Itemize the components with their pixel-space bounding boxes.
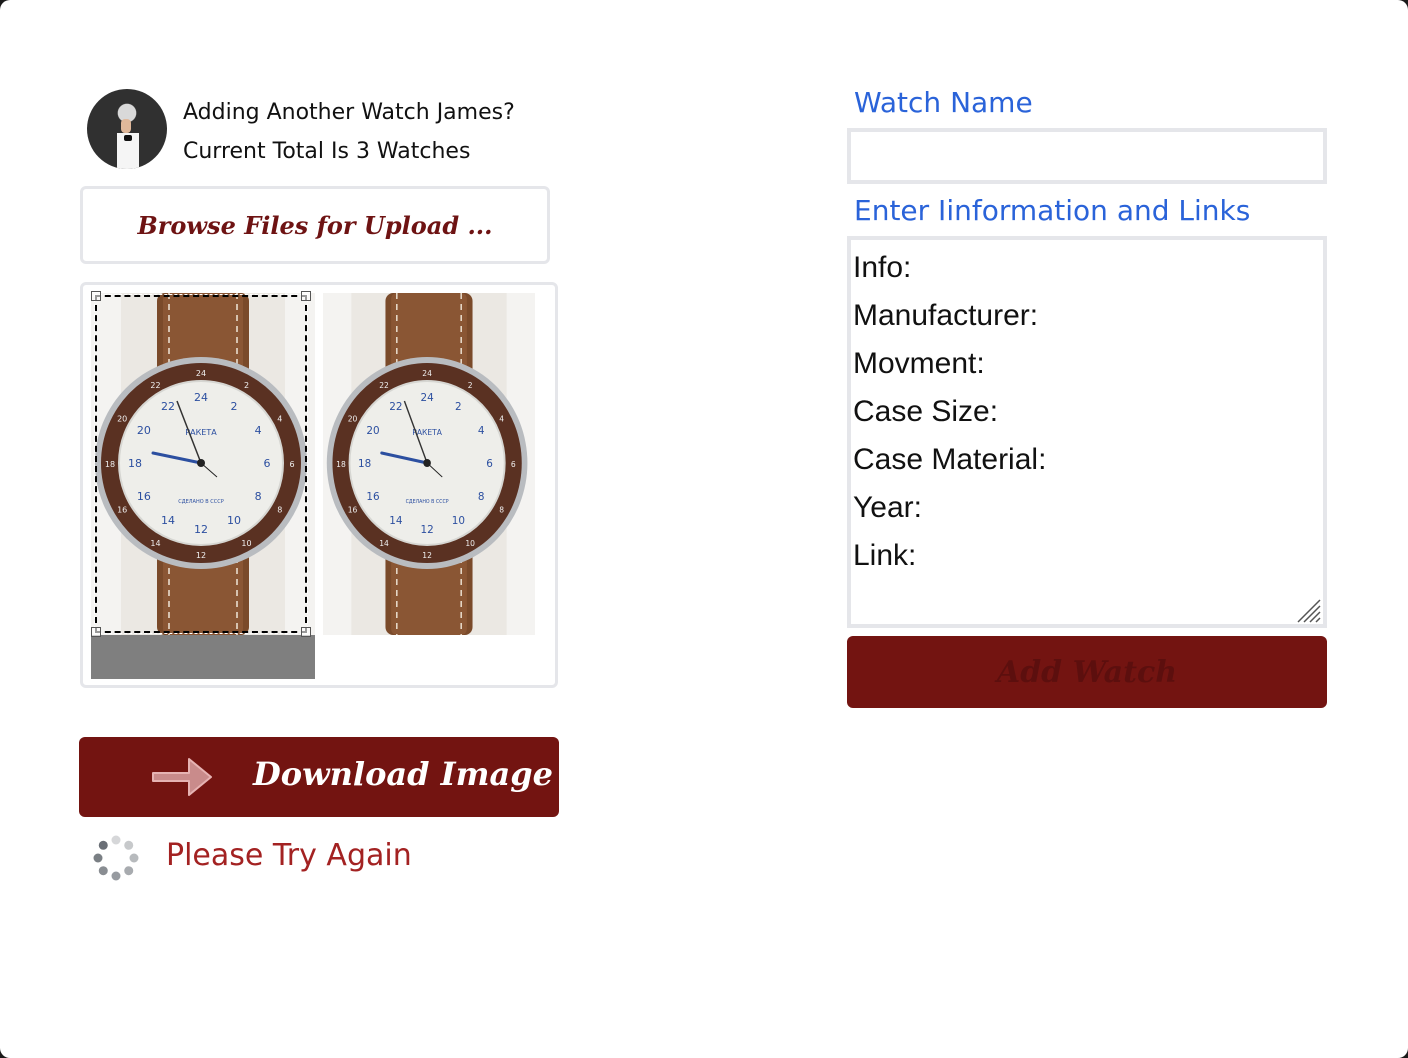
bezel-numeral: 2 <box>468 381 473 390</box>
status-row: Please Try Again <box>90 830 560 886</box>
dial-numeral: 8 <box>478 490 485 503</box>
spinner-dot <box>93 853 103 863</box>
bezel-numeral: 22 <box>379 381 389 390</box>
bezel-numeral: 4 <box>499 414 504 423</box>
dial-numeral: 20 <box>366 424 379 437</box>
spinner-dot <box>129 853 139 863</box>
dial-numeral: 22 <box>389 400 402 413</box>
crop-selection-box[interactable] <box>91 291 311 637</box>
bezel-numeral: 10 <box>465 539 475 548</box>
dial-numeral: 2 <box>455 400 462 413</box>
watch-name-label: Watch Name <box>854 86 1033 119</box>
spinner-dot <box>111 871 121 881</box>
bezel-numeral: 18 <box>336 460 346 469</box>
bezel-numeral: 8 <box>499 505 504 514</box>
bezel-numeral: 6 <box>511 460 516 469</box>
user-header: Adding Another Watch James? Current Tota… <box>87 89 557 169</box>
watch-name-input[interactable] <box>847 128 1327 184</box>
avatar <box>87 89 167 169</box>
browse-files-button[interactable]: Browse Files for Upload ... <box>80 186 550 264</box>
watch-count: Current Total Is 3 Watches <box>183 139 471 164</box>
browse-files-label: Browse Files for Upload ... <box>137 210 493 240</box>
spinner-dot <box>124 840 134 850</box>
spinner-dot <box>98 840 108 850</box>
spinner-dot <box>124 866 134 876</box>
image-crop-area: 24 24 2 2 4 4 6 6 8 8 10 10 12 12 14 14 16 16 18 18 20 20 22 22… <box>80 282 558 688</box>
info-links-textarea[interactable]: Info: Manufacturer: Movment: Case Size: … <box>847 236 1327 628</box>
status-message: Please Try Again <box>166 838 412 873</box>
watch-photo-preview: 24 24 2 2 4 4 6 6 8 8 10 10 12 12 14 14 16 16 18 18 20 20 22 22… <box>323 293 535 635</box>
spinner-dot <box>98 866 108 876</box>
dial-numeral: 16 <box>366 490 379 503</box>
bezel-numeral: 12 <box>422 551 432 560</box>
crop-handle-top-left[interactable] <box>91 291 101 301</box>
crop-handle-bottom-left[interactable] <box>91 627 101 637</box>
download-image-label: Download Image <box>253 755 553 793</box>
bezel-numeral: 20 <box>348 414 358 423</box>
dial-numeral: 24 <box>420 391 433 404</box>
dial-numeral: 18 <box>358 457 371 470</box>
download-image-button[interactable]: Download Image <box>79 737 559 817</box>
crop-handle-bottom-right[interactable] <box>301 627 311 637</box>
spinner-dot <box>111 835 121 845</box>
add-watch-label: Add Watch <box>996 654 1178 690</box>
greeting-question: Adding Another Watch James? <box>183 100 515 125</box>
add-watch-button[interactable]: Add Watch <box>847 636 1327 708</box>
bezel-numeral: 24 <box>422 369 432 378</box>
greeting: Adding Another Watch James? Current Tota… <box>183 93 515 171</box>
dial-numeral: 10 <box>452 514 465 527</box>
dial-numeral: 12 <box>420 523 433 536</box>
bezel-numeral: 14 <box>379 539 389 548</box>
arrow-right-icon <box>152 758 212 796</box>
dial-numeral: 6 <box>486 457 493 470</box>
dial-subtitle: СДЕЛАНО В СССР <box>406 499 449 505</box>
resize-grip-icon[interactable] <box>1296 598 1322 624</box>
bezel-numeral: 16 <box>348 505 358 514</box>
dial-numeral: 4 <box>478 424 485 437</box>
info-links-label: Enter Iinformation and Links <box>854 194 1251 227</box>
loading-spinner-icon <box>93 835 139 881</box>
crop-handle-top-right[interactable] <box>301 291 311 301</box>
app-window: Adding Another Watch James? Current Tota… <box>0 0 1408 1058</box>
dial-numeral: 14 <box>389 514 402 527</box>
